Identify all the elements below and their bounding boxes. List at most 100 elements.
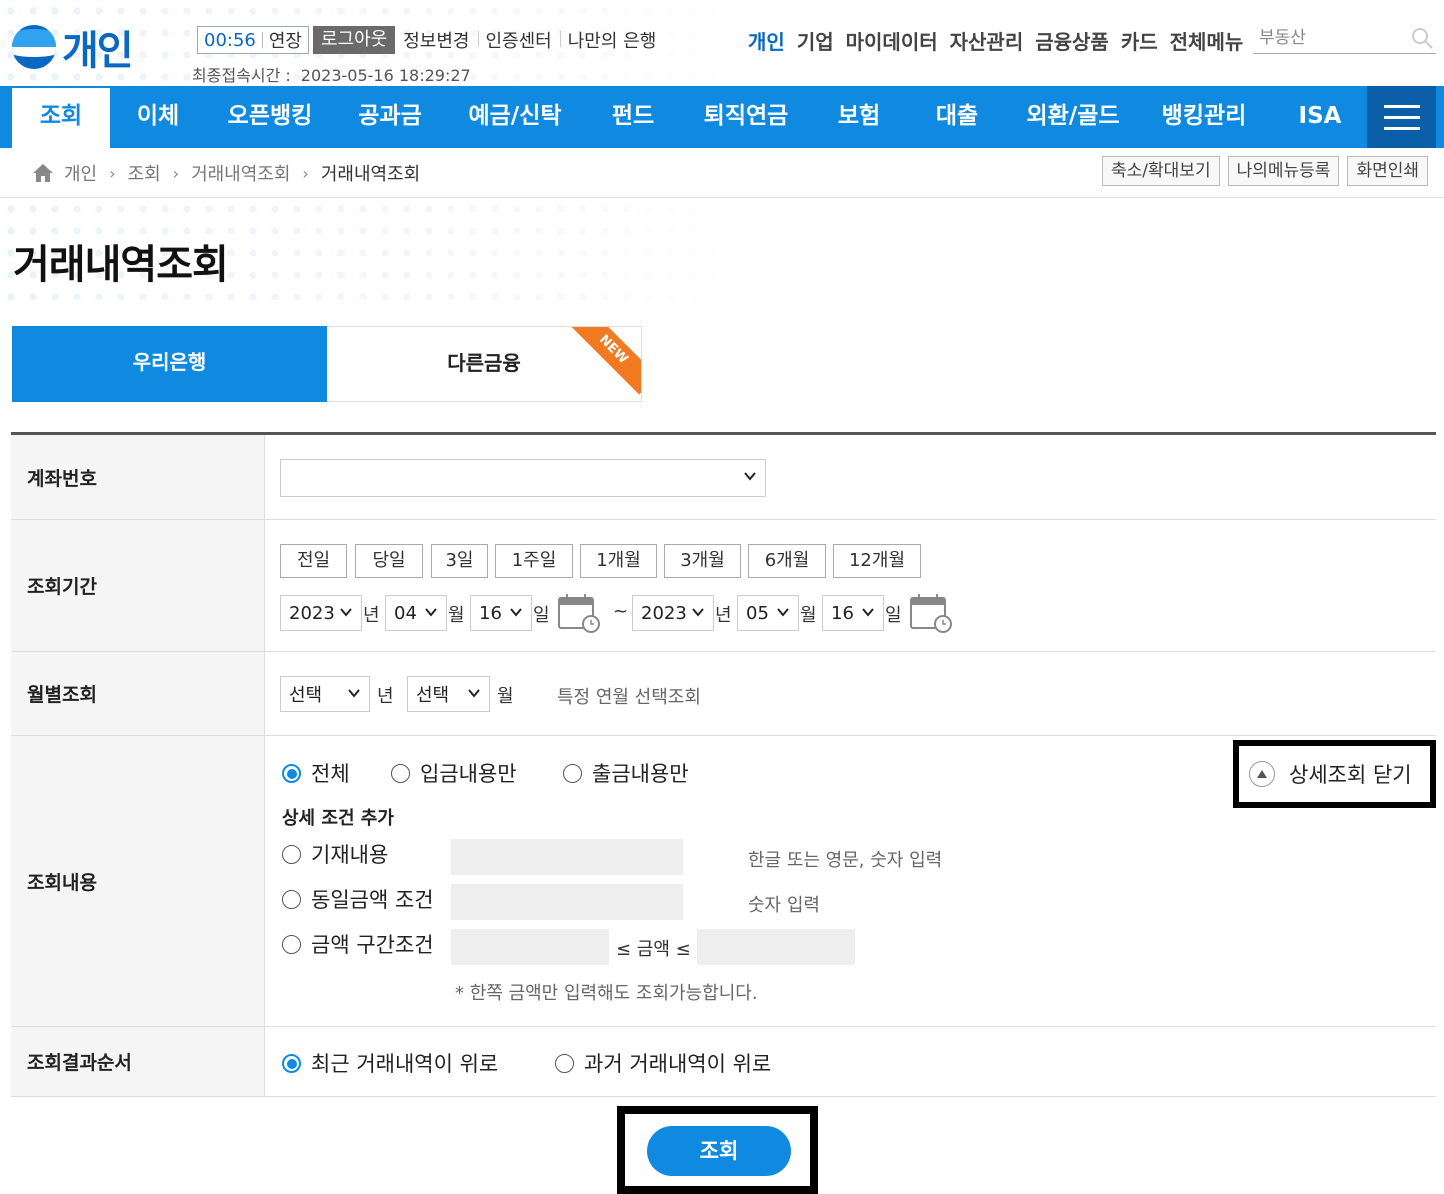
radio-memo[interactable]: 기재내용: [282, 839, 388, 869]
radio-deposits-only[interactable]: 입금내용만: [391, 758, 517, 788]
inquiry-form: 계좌번호 조회기간 전일 당일 3일 1주일 1개월 3개월 6개월 12개월 …: [11, 432, 1436, 1097]
account-label: 계좌번호: [11, 435, 265, 519]
breadcrumb-item[interactable]: 개인: [64, 160, 97, 186]
period-1month-button[interactable]: 1개월: [580, 544, 657, 578]
tab-woori-bank[interactable]: 우리은행: [12, 326, 327, 402]
nav-open-banking[interactable]: 오픈뱅킹: [206, 86, 334, 148]
radio-recent-first[interactable]: 최근 거래내역이 위로: [282, 1048, 498, 1078]
top-bar: 개인 00:56 연장 로그아웃 정보변경 인증센터 나만의 은행 최종접속시간…: [0, 0, 1444, 86]
nav-banking-mgmt[interactable]: 뱅킹관리: [1140, 86, 1268, 148]
breadcrumb-item[interactable]: › 조회: [97, 160, 161, 186]
submit-area: 조회: [617, 1106, 818, 1194]
gnb-all-menu[interactable]: 전체메뉴: [1170, 26, 1244, 55]
timer-value: 00:56: [204, 29, 256, 51]
nav-transfer[interactable]: 이체: [110, 86, 206, 148]
to-month-select[interactable]: 05: [737, 595, 799, 631]
breadcrumb-item[interactable]: › 거래내역조회: [161, 160, 291, 186]
session-timer: 00:56 연장: [197, 26, 309, 54]
monthly-year-select[interactable]: 선택: [280, 676, 370, 712]
period-1week-button[interactable]: 1주일: [495, 544, 573, 578]
same-amount-hint: 숫자 입력: [748, 895, 820, 916]
period-12months-button[interactable]: 12개월: [833, 544, 921, 578]
util-link-my-bank[interactable]: 나만의 은행: [559, 27, 665, 53]
from-day-select[interactable]: 16: [470, 595, 532, 631]
logout-button[interactable]: 로그아웃: [313, 26, 396, 54]
new-badge: NEW: [568, 327, 641, 395]
gnb-business[interactable]: 기업: [797, 26, 834, 55]
period-3days-button[interactable]: 3일: [431, 544, 488, 578]
memo-input[interactable]: [451, 839, 683, 875]
period-prev-day-button[interactable]: 전일: [280, 544, 347, 578]
nav-utility-bills[interactable]: 공과금: [334, 86, 446, 148]
period-6months-button[interactable]: 6개월: [748, 544, 826, 578]
period-today-button[interactable]: 당일: [355, 544, 423, 578]
add-my-menu-button[interactable]: 나의메뉴등록: [1227, 156, 1340, 186]
radio-amount-range[interactable]: 금액 구간조건: [282, 929, 434, 959]
chevron-down-icon: [744, 472, 756, 481]
nav-isa[interactable]: ISA: [1268, 86, 1372, 148]
nav-pension[interactable]: 퇴직연금: [682, 86, 810, 148]
chevron-right-icon: ›: [109, 163, 116, 183]
gnb-asset[interactable]: 자산관리: [950, 26, 1024, 55]
nav-fund[interactable]: 펀드: [584, 86, 682, 148]
nav-loan[interactable]: 대출: [908, 86, 1006, 148]
search-icon[interactable]: [1410, 26, 1434, 50]
account-select[interactable]: [280, 459, 766, 497]
chevron-down-icon: [340, 608, 352, 617]
gnb-personal[interactable]: 개인: [748, 26, 785, 55]
tab-other-finance[interactable]: 다른금융 NEW: [327, 326, 642, 402]
calendar-icon[interactable]: [557, 592, 601, 634]
period-3months-button[interactable]: 3개월: [664, 544, 741, 578]
radio-checked-icon: [282, 763, 301, 783]
radio-oldest-first[interactable]: 과거 거래내역이 위로: [555, 1048, 771, 1078]
same-amount-input[interactable]: [451, 884, 683, 920]
radio-withdrawals-only[interactable]: 출금내용만: [563, 758, 689, 788]
nav-insurance[interactable]: 보험: [810, 86, 908, 148]
row-content: 조회내용 전체 입금내용만 출금내용만 상세조회 닫기 상세 조건 추가 기재내…: [11, 736, 1436, 1027]
hamburger-menu-icon[interactable]: [1367, 86, 1436, 148]
nav-inquiry[interactable]: 조회: [12, 88, 110, 148]
logo-text: 개인: [62, 28, 134, 74]
amount-note: * 한쪽 금액만 입력해도 조회가능합니다.: [455, 983, 758, 1004]
from-year-select[interactable]: 2023: [280, 595, 362, 631]
nav-deposit-trust[interactable]: 예금/신탁: [446, 86, 584, 148]
breadcrumb-current: › 거래내역조회: [302, 163, 421, 186]
utility-bar: 00:56 연장 로그아웃 정보변경 인증센터 나만의 은행: [197, 26, 664, 54]
to-day-select[interactable]: 16: [822, 595, 884, 631]
content-label: 조회내용: [11, 736, 265, 1026]
monthly-label: 월별조회: [11, 652, 265, 735]
from-month-select[interactable]: 04: [385, 595, 447, 631]
last-login-value: 2023-05-16 18:29:27: [300, 66, 471, 85]
row-account: 계좌번호: [11, 435, 1436, 520]
row-period: 조회기간 전일 당일 3일 1주일 1개월 3개월 6개월 12개월 2023 …: [11, 520, 1436, 652]
zoom-button[interactable]: 축소/확대보기: [1102, 156, 1220, 186]
search-input[interactable]: [1253, 27, 1403, 48]
amount-range-label: ≤ 금액 ≤: [616, 939, 691, 960]
amount-min-input[interactable]: [451, 929, 609, 965]
to-year-select[interactable]: 2023: [632, 595, 714, 631]
util-link-cert-center[interactable]: 인증센터: [477, 27, 560, 53]
order-label: 조회결과순서: [11, 1027, 265, 1096]
monthly-month-select[interactable]: 선택: [407, 676, 490, 712]
detail-close-button[interactable]: 상세조회 닫기: [1233, 740, 1436, 808]
home-icon[interactable]: [32, 163, 54, 183]
woori-logo[interactable]: 개인: [12, 18, 134, 76]
chevron-down-icon: [692, 608, 704, 617]
amount-max-input[interactable]: [697, 929, 855, 965]
gnb-card[interactable]: 카드: [1121, 26, 1158, 55]
radio-checked-icon: [282, 1053, 301, 1073]
inquiry-submit-button[interactable]: 조회: [647, 1126, 791, 1176]
gnb-mydata[interactable]: 마이데이터: [846, 26, 938, 55]
page-tools: 축소/확대보기 나의메뉴등록 화면인쇄: [1102, 156, 1428, 186]
calendar-icon[interactable]: [909, 592, 953, 634]
chevron-down-icon: [425, 608, 437, 617]
print-button[interactable]: 화면인쇄: [1347, 156, 1428, 186]
extend-button[interactable]: 연장: [263, 27, 308, 53]
gnb-products[interactable]: 금융상품: [1035, 26, 1109, 55]
radio-same-amount[interactable]: 동일금액 조건: [282, 884, 434, 914]
monthly-hint: 특정 연월 선택조회: [557, 687, 701, 708]
util-link-profile[interactable]: 정보변경: [395, 27, 477, 53]
radio-all[interactable]: 전체: [282, 758, 350, 788]
page-title: 거래내역조회: [13, 242, 229, 288]
nav-fx-gold[interactable]: 외환/골드: [1006, 86, 1140, 148]
